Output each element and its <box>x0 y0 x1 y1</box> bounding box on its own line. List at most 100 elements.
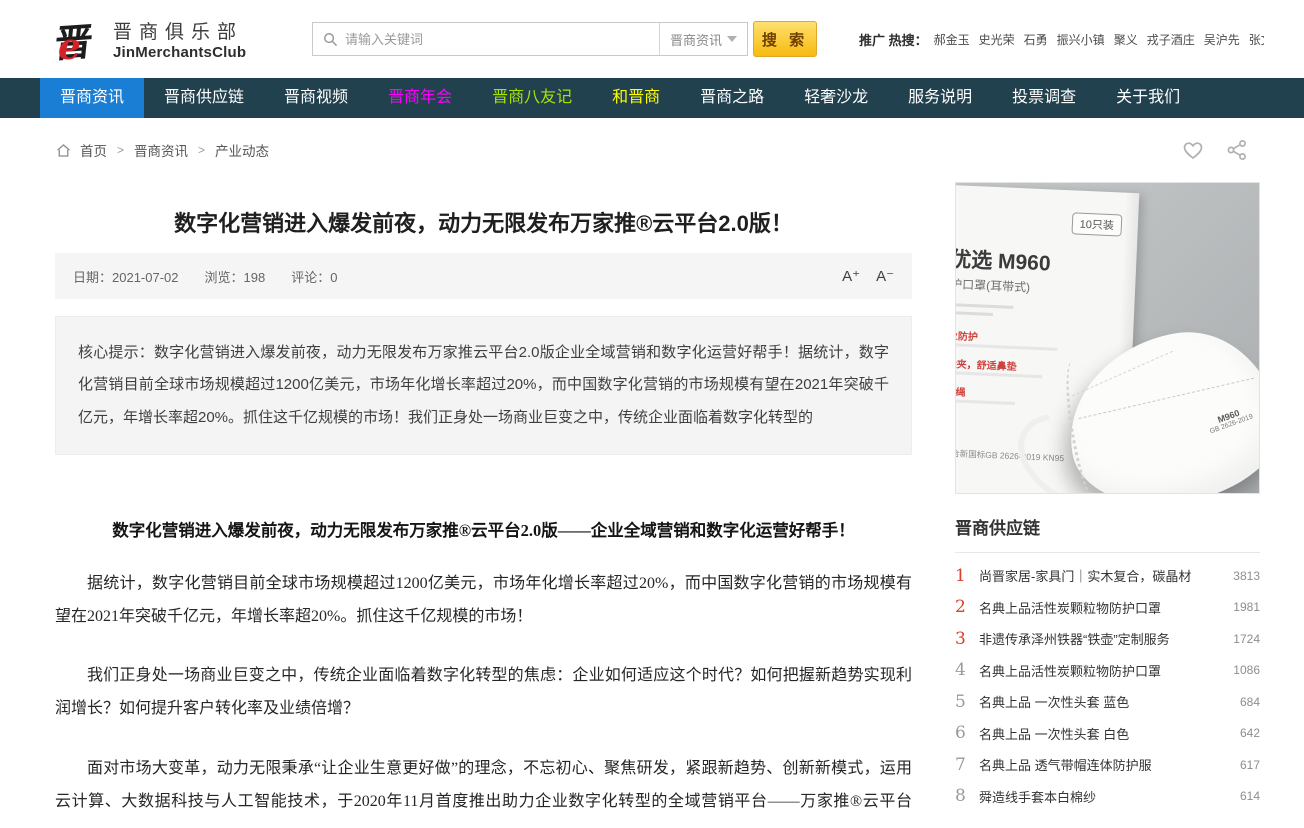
rank-item-count: 1086 <box>1233 663 1260 677</box>
logo-name-en: JinMerchantsClub <box>113 44 246 61</box>
hot-search-term[interactable]: 史光荣 <box>979 31 1015 48</box>
logo-name-cn: 晋商俱乐部 <box>113 17 246 44</box>
search-field[interactable] <box>313 23 659 55</box>
breadcrumb-current[interactable]: 产业动态 <box>215 140 269 160</box>
sidebar-ranking-list: 1 尚晋家居-家具门｜实木复合，碳晶材 3813 2 名典上品活性炭颗粒物防护口… <box>955 560 1260 812</box>
site-header: 晋 e 晋商俱乐部 JinMerchantsClub 晋商资讯 <box>40 0 1264 78</box>
rank-number: 5 <box>955 692 979 712</box>
nav-item-shalong[interactable]: 轻奢沙龙 <box>784 78 888 118</box>
logo-text: 晋商俱乐部 JinMerchantsClub <box>113 17 246 61</box>
rank-number: 2 <box>955 597 979 617</box>
rank-item-title: 非遗传承泽州铁器“铁壶”定制服务 <box>979 629 1225 648</box>
ranking-item[interactable]: 7 名典上品 透气带帽连体防护服 617 <box>955 749 1260 781</box>
rank-item-title: 尚晋家居-家具门｜实木复合，碳晶材 <box>979 566 1225 585</box>
rank-item-title: 名典上品 一次性头套 白色 <box>979 724 1232 743</box>
rank-item-count: 642 <box>1240 726 1260 740</box>
hot-search-term[interactable]: 吴沪先 <box>1204 31 1240 48</box>
product-subtitle: 护口罩(耳带式) <box>955 275 1031 295</box>
rank-item-title: 名典上品 一次性头套 蓝色 <box>979 692 1232 711</box>
font-decrease-button[interactable]: A⁻ <box>876 267 894 285</box>
nav-item-guanyu[interactable]: 关于我们 <box>1096 78 1200 118</box>
package-text-bar <box>955 343 1058 351</box>
article-paragraph: 面对市场大变革，动力无限秉承“让企业生意更好做”的理念，不忘初心、聚焦研发，紧跟… <box>55 753 912 828</box>
ranking-item[interactable]: 5 名典上品 一次性头套 蓝色 684 <box>955 686 1260 718</box>
main-nav: 晋商资讯 晋商供应链 晋商视频 晋商年会 晋商八友记 和晋商 晋商之路 轻奢沙龙… <box>0 78 1304 118</box>
product-name: 优选 M960 <box>955 243 1051 277</box>
breadcrumb-separator: > <box>117 143 124 157</box>
rank-item-title: 名典上品活性炭颗粒物防护口罩 <box>979 598 1225 617</box>
breadcrumb: 首页 > 晋商资讯 > 产业动态 <box>55 140 269 160</box>
rank-number: 1 <box>955 566 979 586</box>
article: 数字化营销进入爆发前夜，动力无限发布万家推®云平台2.0版！ 日期：2021-0… <box>55 182 912 828</box>
article-views: 浏览：198 <box>205 267 266 286</box>
nav-item-jinshang-zixun[interactable]: 晋商资讯 <box>40 78 144 118</box>
sidebar-product-image[interactable]: 10只装 优选 M960 护口罩(耳带式) 业防护 梁夹，舒适鼻垫 耳绳 布 符… <box>955 182 1260 494</box>
nav-item-shipin[interactable]: 晋商视频 <box>264 78 368 118</box>
breadcrumb-section[interactable]: 晋商资讯 <box>134 140 188 160</box>
search-category-select[interactable]: 晋商资讯 <box>659 23 747 55</box>
hot-search-term[interactable]: 张文泉 <box>1249 31 1264 48</box>
search-bar: 晋商资讯 搜 索 <box>312 22 817 56</box>
rank-item-count: 1724 <box>1233 632 1260 646</box>
font-increase-button[interactable]: A⁺ <box>842 267 860 285</box>
nav-item-hejinshang[interactable]: 和晋商 <box>592 78 680 118</box>
rank-item-title: 名典上品活性炭颗粒物防护口罩 <box>979 661 1225 680</box>
home-icon <box>55 142 72 159</box>
hot-search-term[interactable]: 郝金玉 <box>934 31 970 48</box>
ranking-item[interactable]: 8 舜造线手套本白棉纱 614 <box>955 781 1260 813</box>
article-title: 数字化营销进入爆发前夜，动力无限发布万家推®云平台2.0版！ <box>55 206 912 238</box>
ranking-item[interactable]: 4 名典上品活性炭颗粒物防护口罩 1086 <box>955 655 1260 687</box>
product-feature: 梁夹，舒适鼻垫 <box>955 355 1017 373</box>
hot-search-term[interactable]: 振兴小镇 <box>1057 31 1105 48</box>
product-feature: 业防护 <box>955 327 978 343</box>
share-icon[interactable] <box>1225 138 1249 162</box>
page-actions <box>1181 138 1249 162</box>
search-input[interactable] <box>345 32 649 47</box>
hot-search-term[interactable]: 石勇 <box>1024 31 1048 48</box>
rank-item-title: 名典上品 透气带帽连体防护服 <box>979 755 1232 774</box>
sidebar-ranking-title: 晋商供应链 <box>955 514 1260 553</box>
rank-item-count: 3813 <box>1233 569 1260 583</box>
rank-item-count: 617 <box>1240 758 1260 772</box>
rank-item-title: 舜造线手套本白棉纱 <box>979 787 1232 806</box>
package-text-bar <box>955 303 1013 309</box>
ranking-item[interactable]: 2 名典上品活性炭颗粒物防护口罩 1981 <box>955 592 1260 624</box>
chevron-down-icon <box>727 36 737 42</box>
ranking-item[interactable]: 6 名典上品 一次性头套 白色 642 <box>955 718 1260 750</box>
rank-item-count: 684 <box>1240 695 1260 709</box>
favorite-heart-icon[interactable] <box>1181 138 1205 162</box>
site-logo[interactable]: 晋 e 晋商俱乐部 JinMerchantsClub <box>55 12 280 66</box>
sidebar: 10只装 优选 M960 护口罩(耳带式) 业防护 梁夹，舒适鼻垫 耳绳 布 符… <box>955 182 1260 828</box>
rank-number: 6 <box>955 723 979 743</box>
hot-search: 推广 热搜： 郝金玉 史光荣 石勇 振兴小镇 聚义 戎子酒庄 吴沪先 张文泉 侯… <box>859 30 1264 49</box>
main-content: 数字化营销进入爆发前夜，动力无限发布万家推®云平台2.0版！ 日期：2021-0… <box>40 182 1264 828</box>
rank-number: 7 <box>955 755 979 775</box>
logo-mark-icon: 晋 e <box>55 12 105 66</box>
hot-search-term[interactable]: 戎子酒庄 <box>1147 31 1195 48</box>
nav-item-zhilu[interactable]: 晋商之路 <box>680 78 784 118</box>
article-section-heading: 数字化营销进入爆发前夜，动力无限发布万家推®云平台2.0版——企业全域营销和数字… <box>55 517 912 541</box>
search-box: 晋商资讯 <box>312 22 748 56</box>
breadcrumb-home[interactable]: 首页 <box>80 140 107 160</box>
nav-item-nianhui[interactable]: 晋商年会 <box>368 78 472 118</box>
nav-item-fuwu[interactable]: 服务说明 <box>888 78 992 118</box>
ranking-item[interactable]: 3 非遗传承泽州铁器“铁壶”定制服务 1724 <box>955 623 1260 655</box>
package-text-bar <box>955 399 1015 405</box>
search-icon <box>323 32 338 47</box>
hot-search-term[interactable]: 聚义 <box>1114 31 1138 48</box>
hot-search-label: 推广 热搜： <box>859 30 928 49</box>
nav-item-bayouji[interactable]: 晋商八友记 <box>472 78 592 118</box>
ranking-item[interactable]: 1 尚晋家居-家具门｜实木复合，碳晶材 3813 <box>955 560 1260 592</box>
logo-e-glyph: e <box>58 26 81 68</box>
package-count-badge: 10只装 <box>1071 212 1122 236</box>
search-button[interactable]: 搜 索 <box>753 21 817 57</box>
mask-print: M960 GB 2626-2019 <box>1206 404 1255 436</box>
nav-item-toupiao[interactable]: 投票调查 <box>992 78 1096 118</box>
search-category-value: 晋商资讯 <box>670 30 722 49</box>
article-meta-bar: 日期：2021-07-02 浏览：198 评论：0 A⁺ A⁻ <box>55 253 912 299</box>
rank-item-count: 1981 <box>1233 600 1260 614</box>
page: 晋 e 晋商俱乐部 JinMerchantsClub 晋商资讯 <box>0 0 1304 828</box>
nav-item-gongyinglian[interactable]: 晋商供应链 <box>144 78 264 118</box>
package-text-bar <box>955 311 993 316</box>
rank-number: 8 <box>955 786 979 806</box>
